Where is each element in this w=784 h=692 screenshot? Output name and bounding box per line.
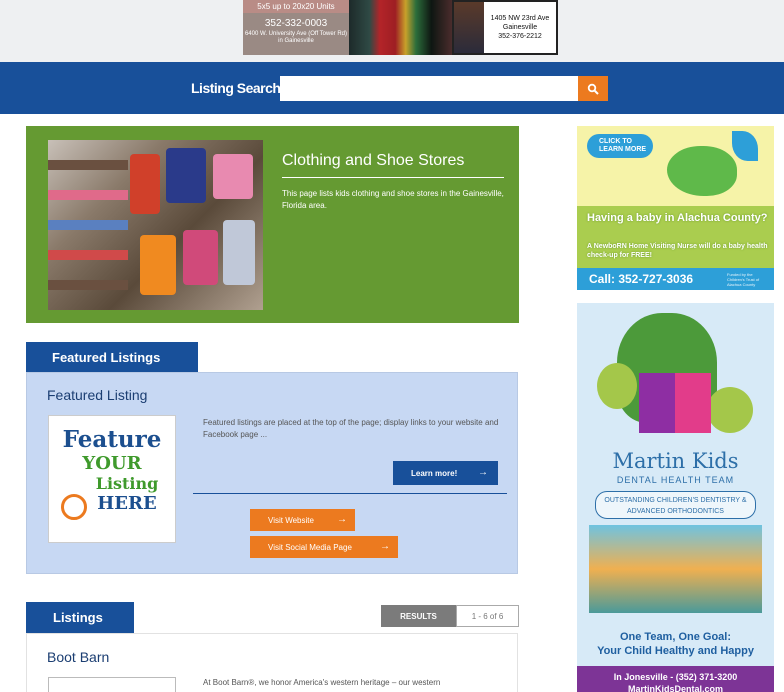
address-ad[interactable]: 1405 NW 23rd Ave Gainesville 352-376-221… xyxy=(452,0,558,55)
dental-ad-name: Martin Kids xyxy=(612,449,739,473)
dental-slogan-line2: Your Child Healthy and Happy xyxy=(597,645,754,657)
baby-ad-subtext: A NewboRN Home Visiting Nurse will do a … xyxy=(587,243,768,259)
photo-ad[interactable] xyxy=(349,0,452,55)
storage-ad-phone: 352-332-0003 xyxy=(264,18,328,29)
frog-illustration xyxy=(597,363,637,409)
featured-listing-title[interactable]: Featured Listing xyxy=(47,387,147,403)
dental-ad-website: MartinKidsDental.com xyxy=(627,684,723,692)
puzzle-piece xyxy=(675,373,711,433)
clothing-item xyxy=(213,154,253,199)
search-button[interactable] xyxy=(578,76,608,101)
dental-slogan-line1: One Team, One Goal: xyxy=(619,631,732,643)
dental-ad-tagline: OUTSTANDING CHILDREN'S DENTISTRY & ADVAN… xyxy=(595,491,756,519)
listing-description: At Boot Barn®, we honor America's wester… xyxy=(203,678,441,687)
frog-illustration xyxy=(707,387,753,433)
logo-word-here: HERE xyxy=(97,493,157,514)
featured-listing-card: Featured Listing Feature YOUR Listing HE… xyxy=(26,372,518,574)
address-ad-city: Gainesville xyxy=(502,24,538,31)
visit-website-label: Visit Website xyxy=(268,515,314,525)
address-ad-phone: 352-376-2212 xyxy=(498,33,542,40)
shelf xyxy=(48,160,128,170)
visit-website-button[interactable]: Visit Website → xyxy=(250,509,355,531)
visit-social-media-button[interactable]: Visit Social Media Page → xyxy=(250,536,398,558)
page-description: This page lists kids clothing and shoe s… xyxy=(282,189,504,210)
storage-ad-units: 5x5 up to 20x20 Units xyxy=(243,0,349,13)
baby-ad-headline: Having a baby in Alachua County? xyxy=(587,212,768,224)
address-ad-street: 1405 NW 23rd Ave xyxy=(490,15,550,22)
featured-listings-tab[interactable]: Featured Listings xyxy=(26,342,198,372)
address-ad-image xyxy=(454,2,484,53)
top-banner: 5x5 up to 20x20 Units 352-332-0003 6400 … xyxy=(0,0,784,62)
clothing-item xyxy=(223,220,255,285)
learn-more-button[interactable]: Learn more! → xyxy=(393,461,498,485)
baby-ad-fineprint: Funded by the Children's Trust of Alachu… xyxy=(727,272,760,287)
dental-ad-contact: In Jonesville - (352) 371-3200 MartinKid… xyxy=(577,666,774,692)
bird-beak xyxy=(732,131,758,161)
search-input[interactable] xyxy=(280,76,578,101)
dental-office-photo xyxy=(589,525,762,613)
address-ad-text: 1405 NW 23rd Ave Gainesville 352-376-221… xyxy=(484,2,556,53)
listings-tab[interactable]: Listings xyxy=(26,602,134,633)
search-icon xyxy=(587,83,599,95)
martin-kids-dental-ad[interactable]: Martin Kids DENTAL HEALTH TEAM OUTSTANDI… xyxy=(577,303,774,692)
storage-ad[interactable]: 5x5 up to 20x20 Units 352-332-0003 6400 … xyxy=(243,0,349,55)
arrow-right-icon: → xyxy=(478,467,488,478)
clothing-item xyxy=(130,154,160,214)
visit-social-media-label: Visit Social Media Page xyxy=(268,542,352,552)
title-divider xyxy=(282,177,504,178)
clothing-item xyxy=(166,148,206,203)
clothing-item xyxy=(183,230,218,285)
clothing-item xyxy=(140,235,176,295)
arrow-right-icon: → xyxy=(337,514,347,525)
shelf xyxy=(48,250,128,260)
learn-more-label: Learn more! xyxy=(411,468,458,478)
store-photo xyxy=(48,140,263,310)
logo-word-feature: Feature xyxy=(62,426,162,453)
storage-ad-address: 6400 W. University Ave (Off Tower Rd) in… xyxy=(244,31,348,44)
shelf xyxy=(48,280,128,290)
category-hero: Clothing and Shoe Stores This page lists… xyxy=(26,126,519,323)
shelf xyxy=(48,190,128,200)
bird-illustration xyxy=(667,146,737,196)
click-to-learn-more-badge[interactable]: CLICK TO LEARN MORE xyxy=(587,134,653,158)
baby-nurse-ad[interactable]: CLICK TO LEARN MORE Having a baby in Ala… xyxy=(577,126,774,290)
puzzle-piece xyxy=(639,373,675,433)
listing-thumbnail[interactable] xyxy=(48,677,176,692)
results-label: RESULTS xyxy=(381,605,456,627)
listing-search-bar: Listing Search: xyxy=(0,62,784,114)
results-value: 1 - 6 of 6 xyxy=(456,605,519,627)
dental-ad-phone: In Jonesville - (352) 371-3200 xyxy=(613,672,738,682)
search-label: Listing Search: xyxy=(191,80,285,96)
page: 5x5 up to 20x20 Units 352-332-0003 6400 … xyxy=(0,0,784,692)
dental-ad-team: DENTAL HEALTH TEAM xyxy=(616,475,735,485)
page-title: Clothing and Shoe Stores xyxy=(282,152,465,169)
results-counter: RESULTS 1 - 6 of 6 xyxy=(381,605,519,627)
featured-listing-description: Featured listings are placed at the top … xyxy=(203,418,499,439)
logo-word-your: YOUR xyxy=(82,453,142,474)
shelf xyxy=(48,220,128,230)
dental-ad-slogan: One Team, One Goal: Your Child Healthy a… xyxy=(577,630,774,658)
list-item: Boot Barn At Boot Barn®, we honor Americ… xyxy=(26,633,518,692)
smiley-icon xyxy=(61,494,87,520)
listing-name[interactable]: Boot Barn xyxy=(47,649,109,665)
featured-divider xyxy=(193,493,507,494)
arrow-right-icon: → xyxy=(380,541,390,552)
logo-word-listing: Listing xyxy=(95,474,159,493)
feature-your-listing-logo[interactable]: Feature YOUR Listing HERE xyxy=(48,415,176,543)
